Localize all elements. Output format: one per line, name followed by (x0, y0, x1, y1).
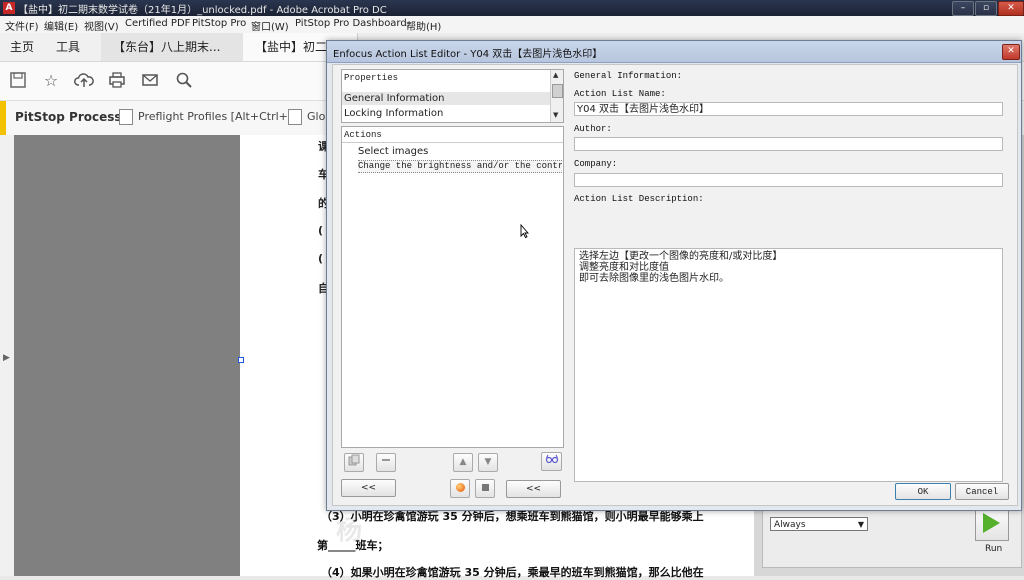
menu-certified-pdf[interactable]: Certified PDF (125, 18, 190, 29)
properties-header: Properties (344, 73, 399, 83)
scroll-down-icon[interactable]: ▼ (553, 111, 558, 119)
scroll-up-icon[interactable]: ▲ (553, 71, 558, 79)
properties-item-general-information[interactable]: General Information (342, 92, 550, 105)
run-button[interactable] (975, 507, 1009, 541)
company-label: Company: (574, 159, 618, 169)
preflight-icon (119, 109, 133, 125)
search-icon[interactable] (174, 71, 194, 91)
description-line: 调整亮度和对比度值 (579, 262, 669, 273)
copy-icon (348, 454, 360, 466)
pitstop-process-label[interactable]: PitStop Process (15, 110, 122, 124)
window-title: 【盐中】初二期末数学试卷（21年1月）_unlocked.pdf - Adobe… (18, 5, 387, 16)
dialog-body: Properties General Information Locking I… (332, 64, 1018, 506)
dialog-title: Enfocus Action List Editor - Y04 双击【去图片浅… (333, 49, 603, 60)
dropdown-arrow-icon: ▼ (857, 520, 864, 529)
action-list-name-input[interactable]: Y04 双击【去图片浅色水印】 (574, 102, 1003, 116)
bookmark-star-icon[interactable]: ☆ (41, 71, 61, 91)
properties-list: Properties General Information Locking I… (341, 69, 564, 123)
move-up-button[interactable]: ▲ (453, 453, 473, 472)
collapse-left-button[interactable]: << (341, 479, 396, 497)
page-text-fragment: ( (318, 224, 324, 237)
record-icon (455, 483, 465, 492)
ok-button[interactable]: OK (895, 483, 951, 500)
divider (342, 142, 563, 143)
preview-button[interactable] (541, 452, 562, 471)
navigation-pane[interactable]: ▶ (0, 135, 15, 576)
save-icon[interactable] (8, 71, 28, 91)
description-line: 即可去除图像里的浅色图片水印。 (579, 273, 729, 284)
actions-header: Actions (344, 130, 382, 140)
menu-help[interactable]: 帮助(H) (406, 18, 441, 33)
upload-cloud-icon[interactable] (74, 71, 94, 91)
author-label: Author: (574, 124, 612, 134)
global-changes-icon (288, 109, 302, 125)
menu-file[interactable]: 文件(F) (5, 18, 39, 33)
expand-pane-arrow-icon[interactable]: ▶ (3, 353, 10, 363)
run-condition-value: Always (774, 520, 806, 530)
stop-icon (481, 484, 489, 491)
preflight-profiles-label: Preflight Profiles [Alt+Ctrl+P] (138, 110, 299, 123)
action-list-description-label: Action List Description: (574, 194, 704, 204)
dialog-title-bar[interactable]: Enfocus Action List Editor - Y04 双击【去图片浅… (327, 41, 1021, 63)
minimize-button[interactable]: – (952, 1, 974, 16)
print-icon[interactable] (107, 71, 127, 91)
mail-icon[interactable] (140, 71, 160, 91)
actions-list: Actions Select images Change the brightn… (341, 126, 564, 448)
action-list-editor-dialog: Enfocus Action List Editor - Y04 双击【去图片浅… (326, 40, 1022, 511)
tab-home[interactable]: 主页 (10, 33, 34, 61)
action-list-description-textarea[interactable]: 选择左边【更改一个图像的亮度和/或对比度】 调整亮度和对比度值 即可去除图像里的… (574, 248, 1003, 482)
pitstop-accent-bar (0, 101, 6, 135)
global-changes-button[interactable]: Glol (288, 109, 328, 125)
menu-bar: 文件(F) 编辑(E) 视图(V) Certified PDF PitStop … (0, 16, 1024, 34)
question-4-text: （4）如果小明在珍禽馆游玩 35 分钟后，乘最早的班车到熊猫馆，那么比他在 (321, 566, 704, 579)
page-text-fragment: ( (318, 252, 324, 265)
menu-pitstop-dashboard[interactable]: PitStop Pro Dashboard (295, 18, 407, 29)
action-item-change-brightness[interactable]: Change the brightness and/or the contr… (358, 160, 562, 173)
move-down-button[interactable]: ▼ (478, 453, 498, 472)
mouse-cursor-icon (520, 224, 529, 238)
preflight-profiles-button[interactable]: Preflight Profiles [Alt+Ctrl+P] (119, 109, 299, 125)
menu-pitstop-pro[interactable]: PitStop Pro (192, 18, 246, 29)
company-input[interactable] (574, 173, 1003, 187)
arrow-down-icon: ▼ (484, 457, 492, 467)
properties-item-locking-information[interactable]: Locking Information (342, 107, 550, 120)
tab-document-1[interactable]: 【东台】八上期末... (101, 33, 256, 61)
remove-action-button[interactable] (376, 453, 396, 472)
general-information-heading: General Information: (574, 71, 683, 81)
menu-edit[interactable]: 编辑(E) (44, 18, 78, 33)
scrollbar-thumb[interactable] (552, 84, 563, 98)
minus-icon (382, 459, 390, 461)
collapse-right-button[interactable]: << (506, 480, 561, 498)
author-input[interactable] (574, 137, 1003, 151)
dialog-close-button[interactable]: ✕ (1002, 44, 1020, 60)
stop-button[interactable] (475, 479, 495, 498)
run-label: Run (985, 544, 1003, 554)
arrow-up-icon: ▲ (459, 457, 467, 467)
menu-view[interactable]: 视图(V) (84, 18, 119, 33)
action-item-select-images[interactable]: Select images (358, 146, 428, 157)
tab-tools[interactable]: 工具 (56, 33, 80, 61)
window-title-bar: A 【盐中】初二期末数学试卷（21年1月）_unlocked.pdf - Ado… (0, 0, 1024, 16)
record-button[interactable] (450, 479, 470, 498)
menu-window[interactable]: 窗口(W) (251, 18, 289, 33)
action-list-name-label: Action List Name: (574, 89, 666, 99)
question-3-answer-line: 第_____班车； (317, 539, 389, 552)
selection-handle[interactable] (238, 357, 244, 363)
maximize-button[interactable]: ▫ (975, 1, 997, 16)
cancel-button[interactable]: Cancel (955, 483, 1009, 500)
copy-action-button[interactable] (344, 453, 364, 472)
play-icon (983, 513, 1000, 533)
properties-scrollbar[interactable]: ▲ ▼ (550, 70, 563, 122)
acrobat-icon: A (3, 2, 15, 14)
close-window-button[interactable]: ✕ (998, 1, 1024, 16)
description-line: 选择左边【更改一个图像的亮度和/或对比度】 (579, 251, 783, 262)
run-condition-select[interactable]: Always ▼ (770, 517, 868, 531)
glasses-icon (545, 454, 558, 464)
document-canvas-background (14, 135, 240, 576)
